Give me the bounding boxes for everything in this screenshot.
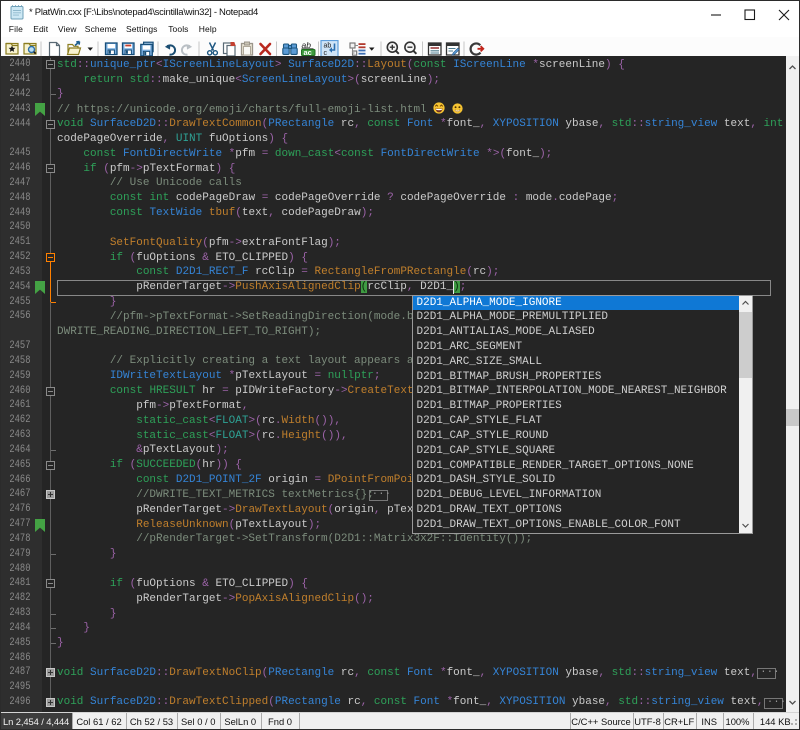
svg-text:ab: ab <box>324 42 332 49</box>
svg-text:ac: ac <box>304 47 312 56</box>
